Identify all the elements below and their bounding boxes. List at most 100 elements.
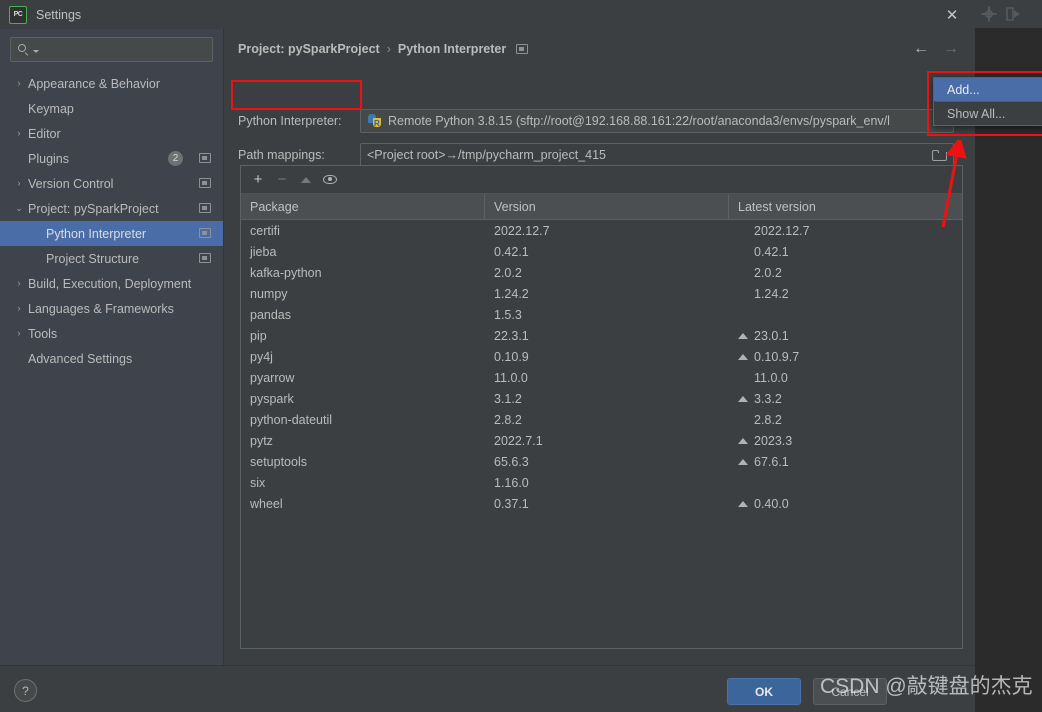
sidebar-item-languages-frameworks[interactable]: › Languages & Frameworks [0,296,223,321]
run-configuration-icon[interactable] [1005,6,1021,22]
table-row[interactable]: pip 22.3.1 23.0.1 [241,325,962,346]
cell-latest-version: 23.0.1 [729,329,962,343]
cell-version: 1.16.0 [494,475,529,490]
sidebar-item-build-execution-deployment[interactable]: › Build, Execution, Deployment [0,271,223,296]
close-icon[interactable]: ✕ [929,0,975,29]
cell-latest-version-text: 3.3.2 [754,391,782,406]
table-row[interactable]: pytz 2022.7.1 2023.3 [241,430,962,451]
upgrade-triangle-icon[interactable] [738,437,748,444]
sidebar-item-label: Advanced Settings [28,351,133,366]
cell-package: numpy [250,286,288,301]
cell-latest-version: 2022.12.7 [729,224,962,238]
dialog-footer: ? OK Cancel [0,665,975,712]
minus-icon[interactable]: − [271,169,293,191]
table-row[interactable]: pandas 1.5.3 [241,304,962,325]
table-row[interactable]: setuptools 65.6.3 67.6.1 [241,451,962,472]
table-row[interactable]: certifi 2022.12.7 2022.12.7 [241,220,962,241]
sidebar-item-project[interactable]: ⌄ Project: pySparkProject [0,196,223,221]
cell-version: 22.3.1 [494,328,529,343]
cell-latest-version: 1.24.2 [729,287,962,301]
cell-latest-version-text: 2.0.2 [754,265,782,280]
modified-settings-icon [199,153,211,163]
search-input[interactable] [39,41,212,58]
menu-item-show-all[interactable]: Show All... [934,102,1042,125]
chevron-down-icon[interactable]: ⌄ [14,204,24,213]
upgrade-triangle-icon[interactable] [738,332,748,339]
table-row[interactable]: pyarrow 11.0.0 11.0.0 [241,367,962,388]
arrow-right-icon[interactable]: → [943,41,959,57]
cell-latest-version: 67.6.1 [729,455,962,469]
table-row[interactable]: python-dateutil 2.8.2 2.8.2 [241,409,962,430]
cell-latest-version: 2.0.2 [729,266,962,280]
packages-panel: + − Package Version Latest version certi… [240,165,963,649]
interpreter-popup-menu: Add... Show All... [933,77,1042,126]
table-row[interactable]: py4j 0.10.9 0.10.9.7 [241,346,962,367]
column-header-latest-version[interactable]: Latest version [729,194,962,219]
modified-settings-icon [199,228,211,238]
search-icon [18,43,31,56]
ide-background-toolbar [975,0,1042,28]
cell-package: pyarrow [250,370,295,385]
cell-package: setuptools [250,454,307,469]
search-box[interactable] [10,37,213,62]
upgrade-triangle-icon[interactable] [738,458,748,465]
chevron-right-icon[interactable]: › [14,329,24,338]
table-row[interactable]: six 1.16.0 [241,472,962,493]
cell-latest-version-text: 1.24.2 [754,286,789,301]
table-row[interactable]: pyspark 3.1.2 3.3.2 [241,388,962,409]
cell-package: jieba [250,244,277,259]
upgrade-triangle-icon[interactable] [738,353,748,360]
sidebar-item-label: Build, Execution, Deployment [28,276,192,291]
dialog-titlebar: PC Settings ✕ [0,0,975,29]
cell-latest-version: 2.8.2 [729,413,962,427]
upgrade-triangle-icon[interactable] [738,395,748,402]
sidebar-item-project-structure[interactable]: Project Structure [0,246,223,271]
table-row[interactable]: jieba 0.42.1 0.42.1 [241,241,962,262]
chevron-right-icon[interactable]: › [14,129,24,138]
chevron-right-icon[interactable]: › [14,279,24,288]
arrow-left-icon[interactable]: ← [913,41,929,57]
breadcrumb-parent[interactable]: Project: pySparkProject [238,42,380,56]
cell-latest-version [729,312,962,318]
sidebar-item-appearance-behavior[interactable]: › Appearance & Behavior [0,71,223,96]
cell-package: pip [250,328,267,343]
menu-item-add[interactable]: Add... [934,78,1042,101]
sidebar-item-keymap[interactable]: Keymap [0,96,223,121]
cell-version: 2022.12.7 [494,223,550,238]
screenshot-root: PC Settings ✕ › Appearance & Behavior Ke… [0,0,1042,712]
folder-icon[interactable] [932,149,947,161]
upgrade-triangle-icon[interactable] [295,169,317,191]
sidebar-item-editor[interactable]: › Editor [0,121,223,146]
cell-version: 0.42.1 [494,244,529,259]
path-mappings-value: <Project root>→/tmp/pycharm_project_415 [367,148,607,162]
sidebar-item-python-interpreter[interactable]: Python Interpreter [0,221,223,246]
cancel-button[interactable]: Cancel [813,678,887,705]
chevron-right-icon[interactable]: › [14,304,24,313]
cell-latest-version [729,480,962,486]
ok-button[interactable]: OK [727,678,801,705]
plus-icon[interactable]: + [247,169,269,191]
path-mappings-field[interactable]: <Project root>→/tmp/pycharm_project_415 [360,143,954,167]
sidebar-item-plugins[interactable]: Plugins 2 [0,146,223,171]
eye-icon[interactable] [319,169,341,191]
sidebar-item-advanced-settings[interactable]: Advanced Settings [0,346,223,371]
settings-dialog: PC Settings ✕ › Appearance & Behavior Ke… [0,0,975,712]
chevron-right-icon[interactable]: › [14,179,24,188]
chevron-right-icon[interactable]: › [14,79,24,88]
modified-settings-icon [199,253,211,263]
sidebar-item-version-control[interactable]: › Version Control [0,171,223,196]
column-header-package[interactable]: Package [241,194,485,219]
gear-icon[interactable] [981,6,997,22]
cell-latest-version-text: 67.6.1 [754,454,789,469]
table-row[interactable]: kafka-python 2.0.2 2.0.2 [241,262,962,283]
help-button[interactable]: ? [14,679,37,702]
breadcrumb-separator: › [386,42,391,56]
column-header-version[interactable]: Version [485,194,729,219]
table-row[interactable]: numpy 1.24.2 1.24.2 [241,283,962,304]
cell-version: 0.10.9 [494,349,529,364]
interpreter-combobox[interactable]: R Remote Python 3.8.15 (sftp://root@192.… [360,109,954,133]
sidebar-item-label: Keymap [28,101,74,116]
sidebar-item-tools[interactable]: › Tools [0,321,223,346]
table-row[interactable]: wheel 0.37.1 0.40.0 [241,493,962,514]
upgrade-triangle-icon[interactable] [738,500,748,507]
